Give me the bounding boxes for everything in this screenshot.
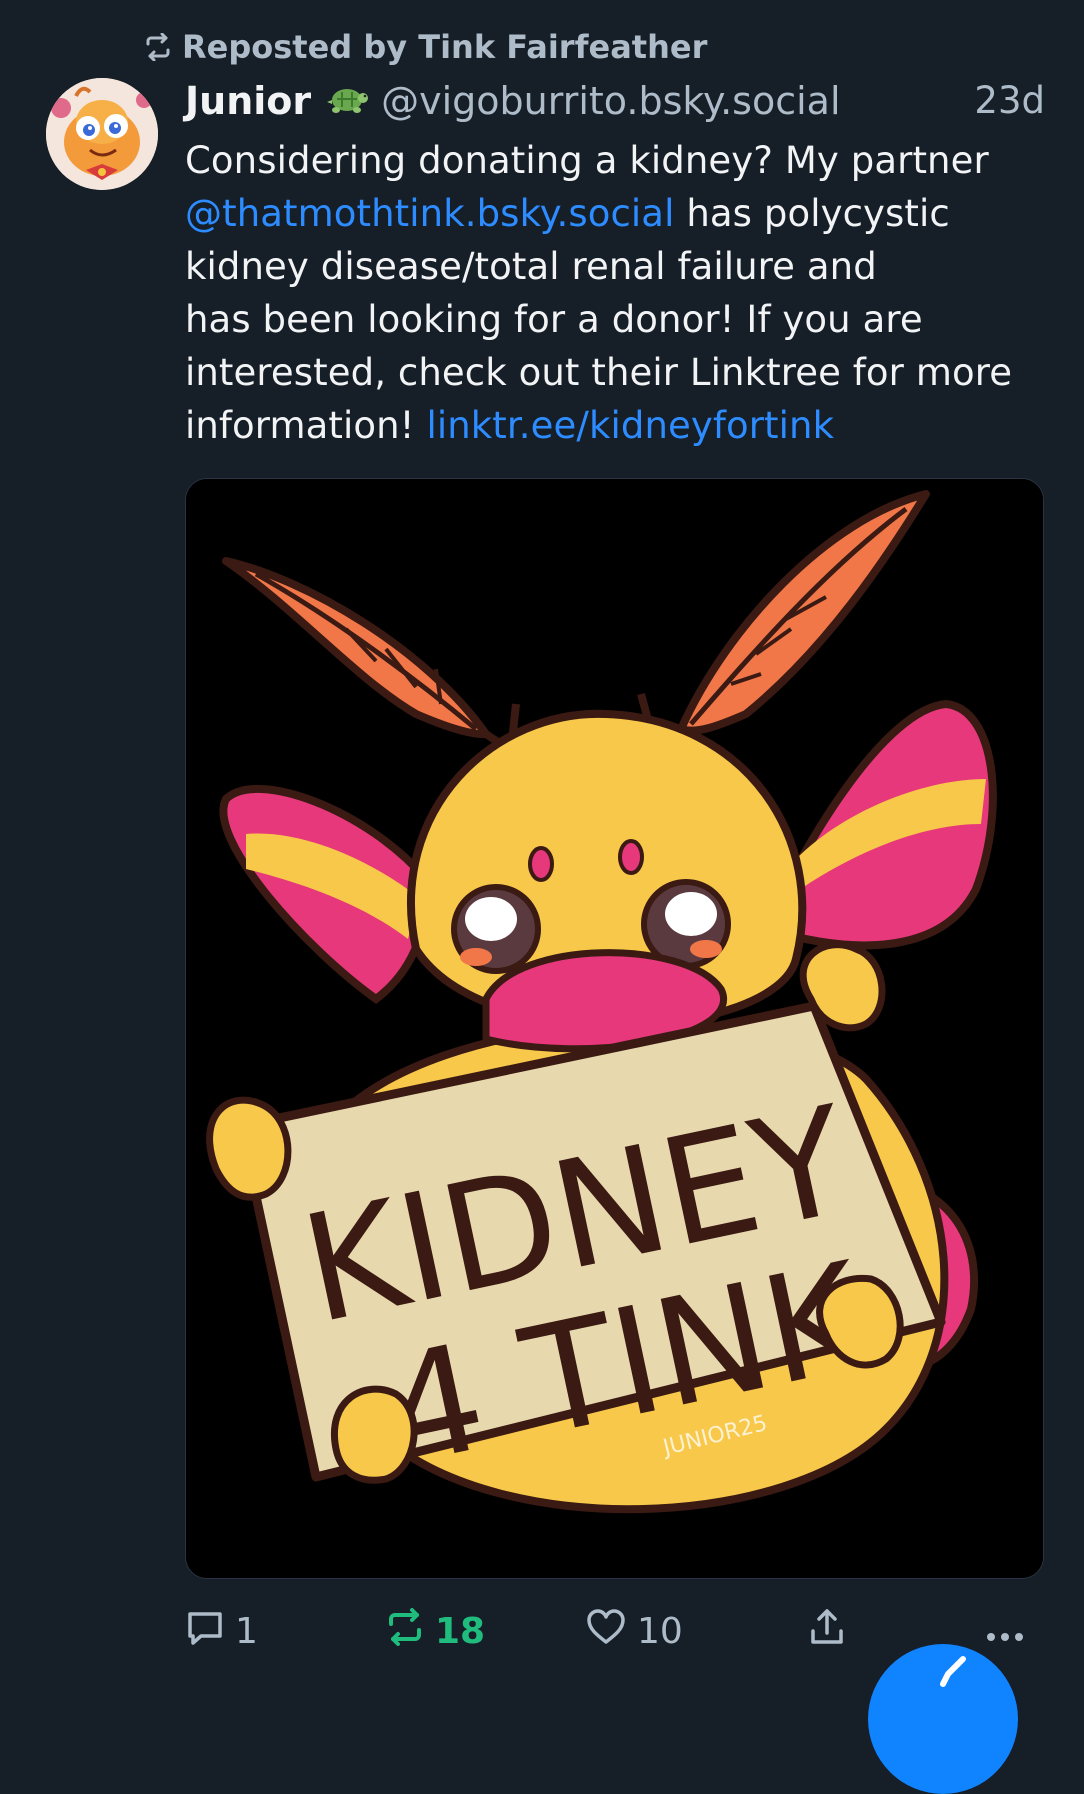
post-text-line: @thatmothtink.bsky.social has polycystic <box>185 187 1065 240</box>
post-text-line: kidney disease/total renal failure and <box>185 245 877 288</box>
post-text-line: interested, check out their Linktree for… <box>185 351 1013 394</box>
post-image[interactable]: KIDNEY 4 TINK JUNIOR25 <box>185 478 1044 1579</box>
turtle-icon <box>325 79 369 123</box>
author-handle[interactable]: @vigoburrito.bsky.social <box>381 79 840 123</box>
repost-icon <box>144 33 172 61</box>
compose-button[interactable] <box>868 1644 1018 1794</box>
heart-icon <box>585 1607 627 1656</box>
like-button[interactable]: 10 <box>585 1604 683 1658</box>
share-icon <box>807 1607 847 1656</box>
post-text-fragment: information! <box>185 404 427 447</box>
compose-icon <box>868 1656 1018 1708</box>
repost-attribution[interactable]: Reposted by Tink Fairfeather <box>144 26 707 68</box>
repost-count: 18 <box>435 1610 486 1652</box>
share-button[interactable] <box>807 1604 847 1658</box>
post-body: Considering donating a kidney? My partne… <box>185 134 1065 452</box>
repost-button[interactable]: 18 <box>385 1604 485 1658</box>
post-text-fragment: has polycystic <box>674 192 950 235</box>
mention-link[interactable]: @thatmothtink.bsky.social <box>185 192 674 235</box>
linktree-link[interactable]: linktr.ee/kidneyfortink <box>426 404 834 447</box>
post-timestamp[interactable]: 23d <box>974 76 1045 126</box>
post-header: Junior @vigoburrito.bsky.social 23d <box>185 76 1045 126</box>
reply-count: 1 <box>235 1610 258 1652</box>
reply-icon <box>185 1607 225 1656</box>
repost-label: Reposted by Tink Fairfeather <box>182 28 708 66</box>
post-text-line: information! linktr.ee/kidneyfortink <box>185 399 1065 452</box>
avatar[interactable] <box>46 78 158 190</box>
repost-icon <box>385 1607 425 1656</box>
post-text-line: has been looking for a donor! If you are <box>185 298 923 341</box>
author-display-name[interactable]: Junior <box>185 79 311 123</box>
reply-button[interactable]: 1 <box>185 1604 258 1658</box>
like-count: 10 <box>637 1610 683 1652</box>
post-text-line: Considering donating a kidney? My partne… <box>185 139 989 182</box>
